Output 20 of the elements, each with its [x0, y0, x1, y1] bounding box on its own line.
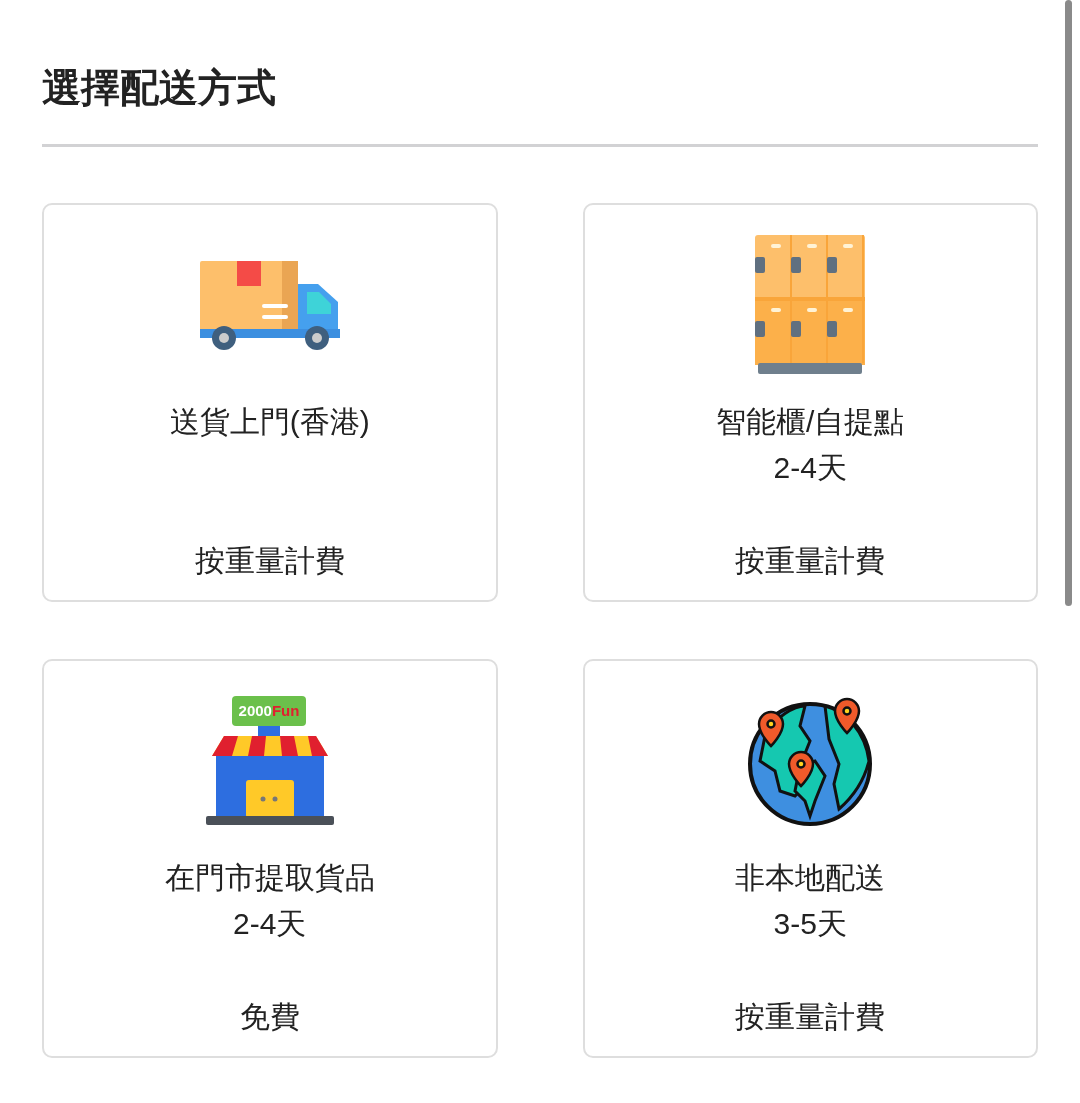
- option-name: 送貨上門(香港): [169, 404, 370, 440]
- page-title: 選擇配送方式: [42, 65, 277, 111]
- option-name: 智能櫃/自提點: [716, 404, 905, 440]
- truck-icon: [199, 259, 340, 351]
- store-sign-text: 2000Fun: [238, 702, 300, 719]
- shipping-fee: 免費: [239, 999, 300, 1035]
- option-name: 非本地配送: [735, 860, 886, 896]
- shipping-fee: 按重量計費: [735, 999, 886, 1035]
- shipping-fee: 按重量計費: [735, 543, 886, 579]
- delivery-option-card[interactable]: 非本地配送 3-5天 按重量計費: [582, 659, 1038, 1058]
- delivery-time: 2-4天: [233, 906, 307, 942]
- delivery-option-card[interactable]: 送貨上門(香港) 按重量計費: [42, 203, 498, 602]
- delivery-option-card[interactable]: 2000Fun 在門市提取貨品 2-4天 免費: [42, 659, 498, 1058]
- lockers-icon: [755, 235, 866, 375]
- delivery-time: 3-5天: [773, 906, 847, 942]
- delivery-time: 2-4天: [773, 450, 847, 486]
- store-icon: [205, 726, 334, 825]
- delivery-option-card[interactable]: 智能櫃/自提點 2-4天 按重量計費: [582, 203, 1038, 602]
- option-name: 在門市提取貨品: [164, 860, 375, 896]
- shipping-fee: 按重量計費: [194, 543, 345, 579]
